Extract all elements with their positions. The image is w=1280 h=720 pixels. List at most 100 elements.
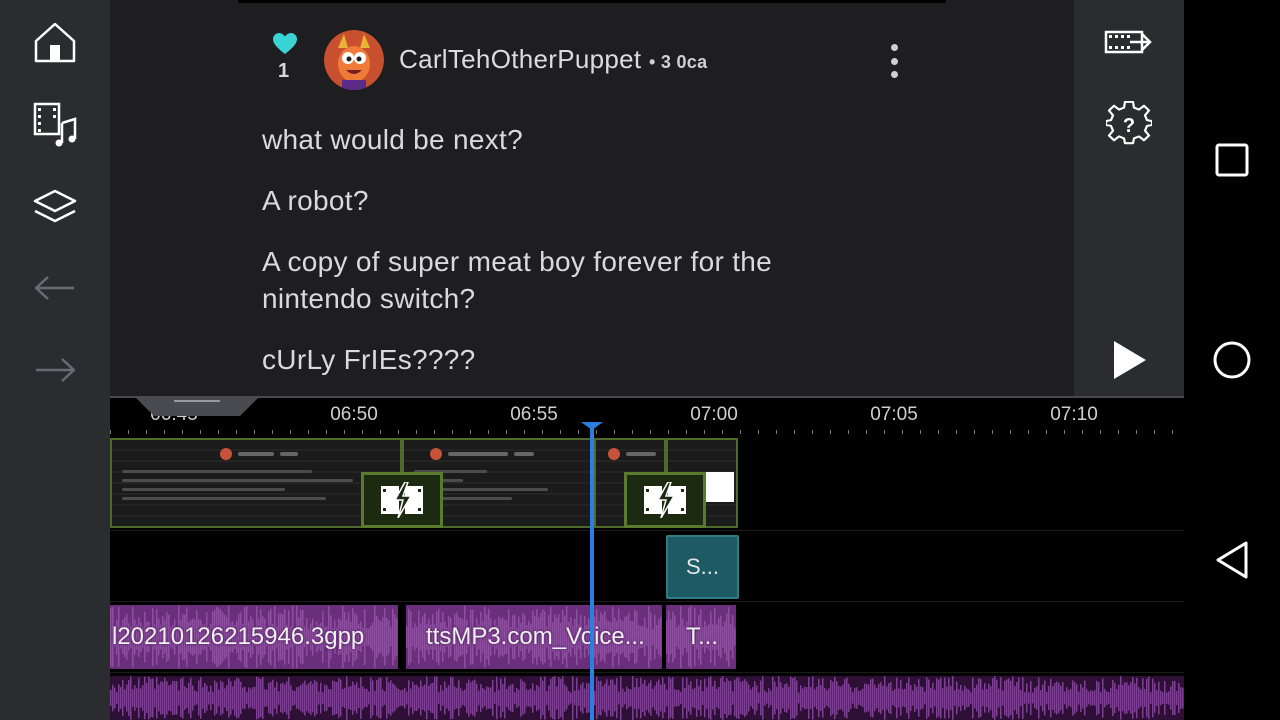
back-icon (1216, 541, 1248, 579)
transition-icon (381, 482, 423, 518)
minor-tick (1118, 430, 1119, 434)
minor-tick (524, 430, 525, 434)
minor-tick (938, 430, 939, 434)
redo-button[interactable] (27, 342, 83, 398)
audio-clip[interactable]: ttsMP3.com_Voice... (406, 605, 662, 669)
minor-tick (470, 430, 471, 434)
minor-tick (812, 430, 813, 434)
transition-icon (644, 482, 686, 518)
comment-line: A robot? (262, 185, 369, 216)
minor-tick (236, 430, 237, 434)
video-clip[interactable] (110, 438, 402, 528)
audio-clip[interactable]: T... (666, 605, 736, 669)
minor-tick (542, 430, 543, 434)
minor-tick (200, 430, 201, 434)
time-ruler[interactable]: 06:45 06:50 06:55 07:00 07:05 07:10 (110, 398, 1184, 434)
minor-tick (452, 430, 453, 434)
playhead-marker[interactable] (581, 422, 603, 430)
minor-tick (794, 430, 795, 434)
minor-tick (1136, 430, 1137, 434)
minor-tick (722, 430, 723, 434)
audio-clip-label: l20210126215946.3gpp (112, 623, 365, 650)
comment-line: cUrLy FrIEs???? (262, 344, 476, 375)
sticker-clip[interactable]: S... (666, 535, 739, 599)
minor-tick (164, 430, 165, 434)
minor-tick (884, 430, 885, 434)
layers-icon (33, 189, 77, 223)
comment-line: what would be next? (262, 124, 523, 155)
background-audio-clip[interactable] (110, 676, 1184, 720)
playhead[interactable] (590, 424, 594, 720)
username-text: CarlTehOtherPuppet (399, 44, 642, 74)
minor-tick (776, 430, 777, 434)
minor-tick (1046, 430, 1047, 434)
redo-icon (36, 358, 76, 382)
layers-button[interactable] (27, 178, 83, 234)
avatar (324, 30, 384, 90)
home-nav-button[interactable] (1208, 336, 1256, 384)
minor-tick (992, 430, 993, 434)
minor-tick (506, 430, 507, 434)
settings-help-button[interactable]: ? (1101, 96, 1157, 152)
like-count: 1 (278, 60, 290, 82)
minor-tick (488, 430, 489, 434)
minor-tick (308, 430, 309, 434)
video-preview[interactable]: 1 CarlTehOtherPuppet • 3 0ca what would … (110, 0, 1074, 396)
media-icon (33, 102, 77, 147)
settings-help-icon: ? (1106, 101, 1152, 145)
like-heart-icon (272, 32, 298, 61)
ruler-label: 07:10 (1050, 404, 1098, 425)
minor-tick (614, 430, 615, 434)
timeline-resize-handle[interactable] (136, 396, 258, 418)
right-toolbar: ? (1074, 0, 1184, 396)
timeline[interactable]: 06:45 06:50 06:55 07:00 07:05 07:10 (110, 396, 1184, 720)
audio-clip-label: ttsMP3.com_Voice... (426, 623, 645, 650)
minor-tick (740, 430, 741, 434)
media-button[interactable] (27, 96, 83, 152)
minor-tick (1082, 430, 1083, 434)
minor-tick (848, 430, 849, 434)
minor-tick (596, 430, 597, 434)
comment-line: A copy of super meat boy forever for the (262, 246, 773, 277)
minor-tick (110, 430, 111, 434)
minor-tick (182, 430, 183, 434)
ruler-label: 07:00 (690, 404, 738, 425)
home-button[interactable] (27, 14, 83, 70)
minor-tick (686, 430, 687, 434)
android-nav-bar (1184, 0, 1280, 720)
minor-tick (578, 430, 579, 434)
transition-button[interactable] (624, 472, 706, 528)
play-button[interactable] (1101, 332, 1157, 388)
transition-button[interactable] (361, 472, 443, 528)
back-nav-button[interactable] (1208, 536, 1256, 584)
home-icon (34, 22, 76, 63)
minor-tick (218, 430, 219, 434)
preview-top-strip (238, 0, 946, 3)
minor-tick (758, 430, 759, 434)
track-divider (110, 530, 1184, 531)
more-options-icon (888, 44, 900, 78)
minor-tick (272, 430, 273, 434)
minor-tick (434, 430, 435, 434)
minor-tick (650, 430, 651, 434)
minor-tick (416, 430, 417, 434)
minor-tick (830, 430, 831, 434)
minor-tick (866, 430, 867, 434)
minor-tick (326, 430, 327, 434)
minor-tick (398, 430, 399, 434)
svg-text:?: ? (1123, 115, 1135, 137)
recents-icon (1215, 143, 1249, 177)
left-toolbar (0, 0, 110, 720)
audio-clip[interactable]: l20210126215946.3gpp (110, 605, 398, 669)
undo-button[interactable] (27, 260, 83, 316)
export-button[interactable] (1101, 14, 1157, 70)
minor-tick (1064, 430, 1065, 434)
export-icon (1104, 30, 1152, 54)
minor-tick (1100, 430, 1101, 434)
minor-tick (974, 430, 975, 434)
comment-line: nintendo switch? (262, 283, 476, 314)
ruler-label: 07:05 (870, 404, 918, 425)
minor-tick (1172, 430, 1173, 434)
recents-button[interactable] (1208, 136, 1256, 184)
home-circle-icon (1213, 341, 1251, 379)
